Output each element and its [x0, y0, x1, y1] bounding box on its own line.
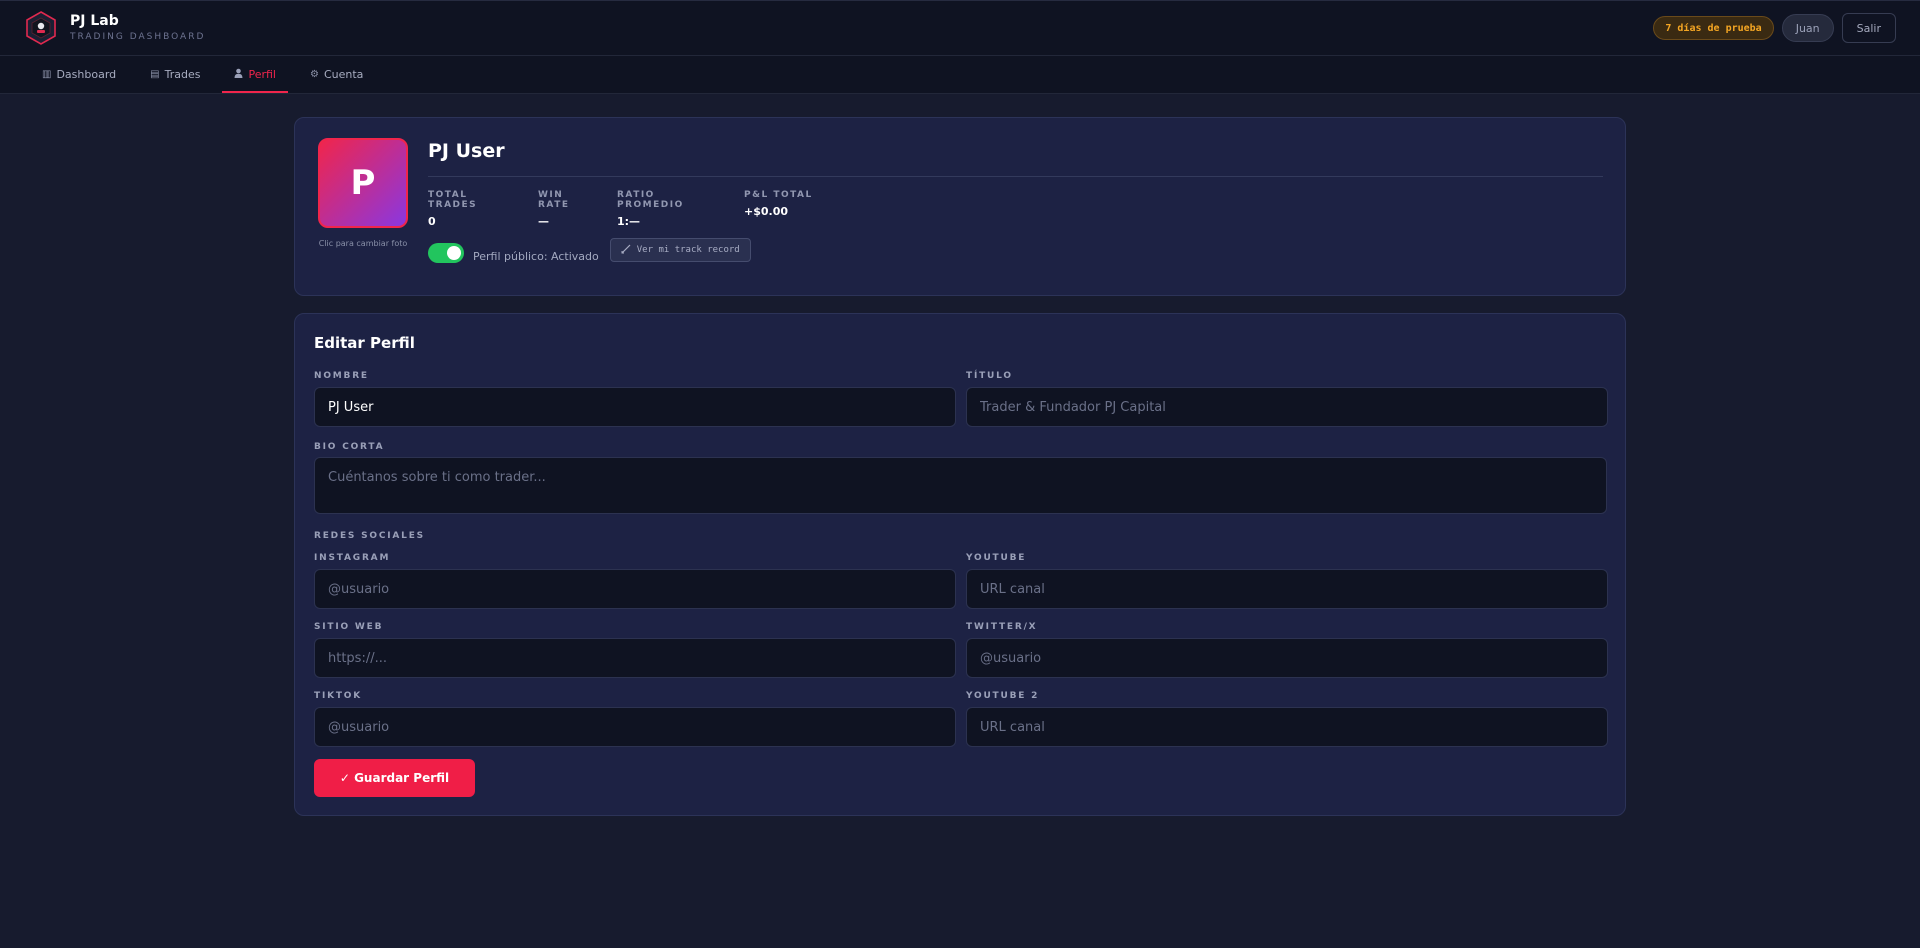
link-icon [621, 244, 631, 257]
stat-label: RATIO PROMEDIO [617, 190, 684, 210]
brand[interactable]: PJ Lab TRADING DASHBOARD [24, 11, 205, 45]
social-heading: REDES SOCIALES [314, 531, 425, 541]
chart-icon: ▥ [42, 69, 52, 80]
nombre-label: NOMBRE [314, 371, 369, 381]
titulo-input[interactable] [966, 387, 1608, 427]
gear-icon: ⚙ [309, 69, 319, 80]
save-profile-button[interactable]: ✓ Guardar Perfil [314, 759, 475, 797]
trial-badge[interactable]: 7 días de prueba [1653, 16, 1774, 40]
website-input[interactable] [314, 638, 956, 678]
main-nav: ▥ Dashboard ▤ Trades Perfil ⚙ Cuenta [0, 56, 1920, 94]
user-icon [234, 68, 243, 81]
instagram-input[interactable] [314, 569, 956, 609]
stat-total-trades: TOTAL TRADES 0 [428, 190, 520, 228]
youtube-label: YOUTUBE [966, 553, 1027, 563]
stat-value: — [538, 215, 549, 228]
tab-label: Trades [164, 68, 201, 81]
tiktok-input[interactable] [314, 707, 956, 747]
divider [428, 176, 1603, 177]
public-profile-toggle[interactable] [428, 243, 464, 263]
twitter-label: TWITTER/X [966, 622, 1038, 632]
stat-pnl: P&L TOTAL +$0.00 [744, 190, 813, 228]
tab-cuenta[interactable]: ⚙ Cuenta [298, 56, 375, 93]
bio-label: BIO CORTA [314, 442, 385, 452]
nombre-input[interactable] [314, 387, 956, 427]
stat-label: TOTAL TRADES [428, 190, 478, 210]
instagram-label: INSTAGRAM [314, 553, 391, 563]
public-profile-label: Perfil público: Activado [473, 249, 599, 263]
bio-textarea[interactable] [314, 457, 1607, 514]
edit-profile-title: Editar Perfil [314, 334, 415, 352]
avatar-hint: Clic para cambiar foto [318, 239, 408, 248]
stats-row: TOTAL TRADES 0 WIN RATE — RATIO PROMEDIO… [428, 190, 1603, 228]
stat-label: P&L TOTAL [744, 190, 813, 200]
profile-name: PJ User [428, 140, 505, 162]
tab-perfil[interactable]: Perfil [222, 56, 288, 93]
stat-value: +$0.00 [744, 205, 789, 218]
track-record-label: Ver mi track record [636, 245, 740, 255]
stat-value: 0 [428, 215, 436, 228]
user-button[interactable]: Juan [1781, 14, 1834, 42]
clipboard-icon: ▤ [150, 69, 160, 80]
tab-trades[interactable]: ▤ Trades [138, 56, 212, 93]
stat-win-rate: WIN RATE — [538, 190, 599, 228]
avatar-area[interactable]: P Clic para cambiar foto [318, 138, 408, 248]
youtube2-input[interactable] [966, 707, 1608, 747]
stat-value: 1:— [617, 215, 641, 228]
tab-label: Perfil [248, 68, 276, 81]
tab-label: Dashboard [56, 68, 117, 81]
youtube2-label: YOUTUBE 2 [966, 691, 1040, 701]
logo-icon [24, 11, 58, 45]
app-subtitle: TRADING DASHBOARD [70, 32, 206, 42]
track-record-button[interactable]: Ver mi track record [609, 238, 751, 262]
logout-button[interactable]: Salir [1841, 13, 1896, 43]
tiktok-label: TIKTOK [314, 691, 363, 701]
edit-profile-card: Editar Perfil NOMBRE TÍTULO BIO CORTA RE… [294, 313, 1626, 816]
titulo-label: TÍTULO [966, 371, 1013, 381]
tab-dashboard[interactable]: ▥ Dashboard [30, 56, 128, 93]
stat-label: WIN RATE [538, 190, 570, 210]
youtube-input[interactable] [966, 569, 1608, 609]
app-title: PJ Lab [70, 13, 119, 29]
twitter-input[interactable] [966, 638, 1608, 678]
profile-card: P Clic para cambiar foto PJ User TOTAL T… [294, 117, 1626, 296]
top-header: PJ Lab TRADING DASHBOARD 7 días de prueb… [0, 0, 1920, 56]
tab-label: Cuenta [323, 68, 364, 81]
website-label: SITIO WEB [314, 622, 384, 632]
avatar[interactable]: P [318, 138, 408, 228]
stat-ratio: RATIO PROMEDIO 1:— [617, 190, 726, 228]
